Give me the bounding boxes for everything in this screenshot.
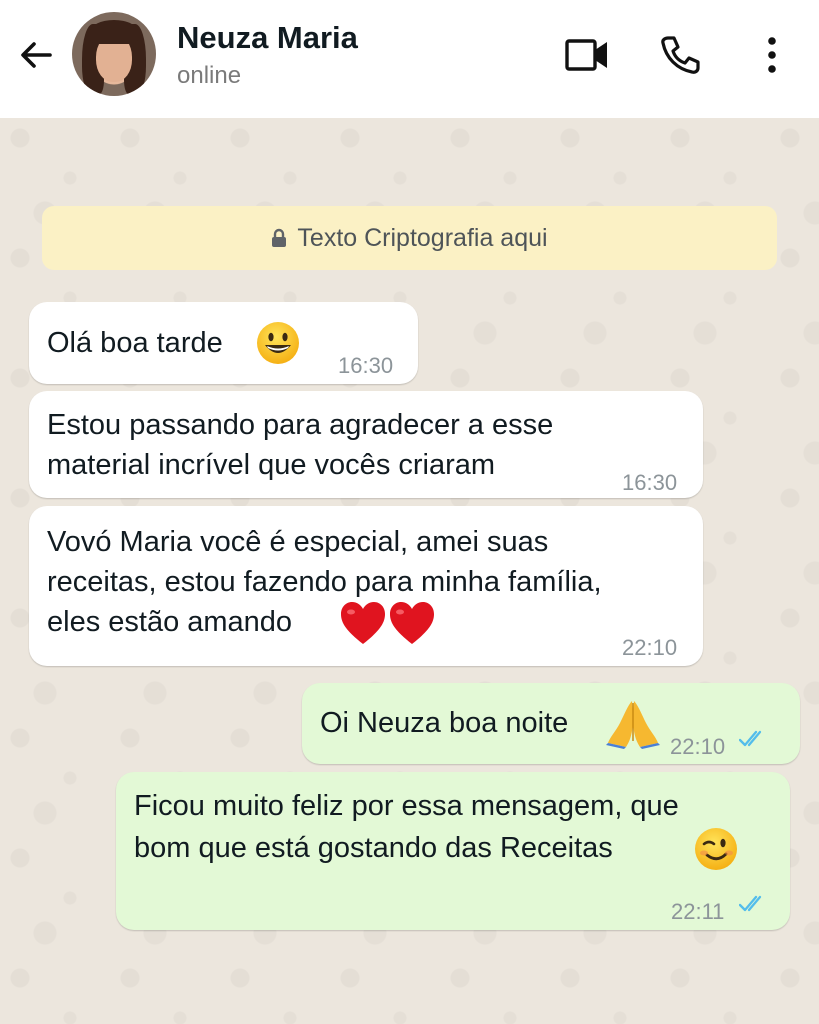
message-text-line-1: Estou passando para agradecer a esse [47, 409, 554, 441]
phone-icon[interactable] [656, 33, 704, 77]
double-check-read-icon [739, 730, 762, 747]
message-text-line-3: eles estão amando [47, 606, 293, 638]
encryption-notice-text: Texto Criptografia aqui [297, 223, 548, 252]
arrow-left-icon[interactable] [14, 33, 58, 77]
double-check-read-icon [739, 895, 762, 912]
message-bubble-outgoing[interactable]: Ficou muito feliz por essa mensagem, que… [116, 772, 790, 930]
message-text-line-2: receitas, estou fazendo para minha famíl… [47, 566, 602, 598]
grinning-face-emoji [257, 322, 299, 364]
message-bubble-outgoing[interactable]: Oi Neuza boa noite 22:10 [302, 683, 800, 764]
avatar[interactable] [72, 12, 156, 96]
contact-status: online [177, 62, 242, 89]
encryption-notice[interactable]: Texto Criptografia aqui [42, 206, 777, 270]
message-bubble-incoming[interactable]: Vovó Maria você é especial, amei suas re… [29, 506, 703, 666]
message-text: Oi Neuza boa noite [320, 707, 569, 739]
chat-header: Neuza Maria online [0, 0, 819, 118]
message-time: 22:11 [671, 899, 725, 924]
message-bubble-incoming[interactable]: Estou passando para agradecer a esse mat… [29, 391, 703, 498]
winking-face-emoji [695, 828, 737, 870]
message-text-line-2: bom que está gostando das Receitas [134, 832, 613, 864]
message-text-line-2: material incrível que vocês criaram [47, 449, 496, 481]
message-time: 16:30 [338, 353, 394, 378]
message-time: 22:10 [670, 734, 726, 759]
message-text-line-1: Ficou muito feliz por essa mensagem, que [134, 790, 679, 822]
lock-icon [271, 228, 287, 248]
more-vertical-icon[interactable] [748, 33, 796, 77]
two-red-hearts-emoji [341, 602, 434, 644]
message-time: 22:10 [622, 635, 678, 660]
message-text-line-1: Vovó Maria você é especial, amei suas [47, 526, 549, 558]
contact-name[interactable]: Neuza Maria [177, 20, 358, 56]
video-camera-icon[interactable] [563, 33, 611, 77]
message-time: 16:30 [622, 470, 678, 495]
message-text: Olá boa tarde [47, 327, 223, 359]
message-bubble-incoming[interactable]: Olá boa tarde 16:30 [29, 302, 418, 384]
folded-hands-emoji [606, 701, 660, 749]
